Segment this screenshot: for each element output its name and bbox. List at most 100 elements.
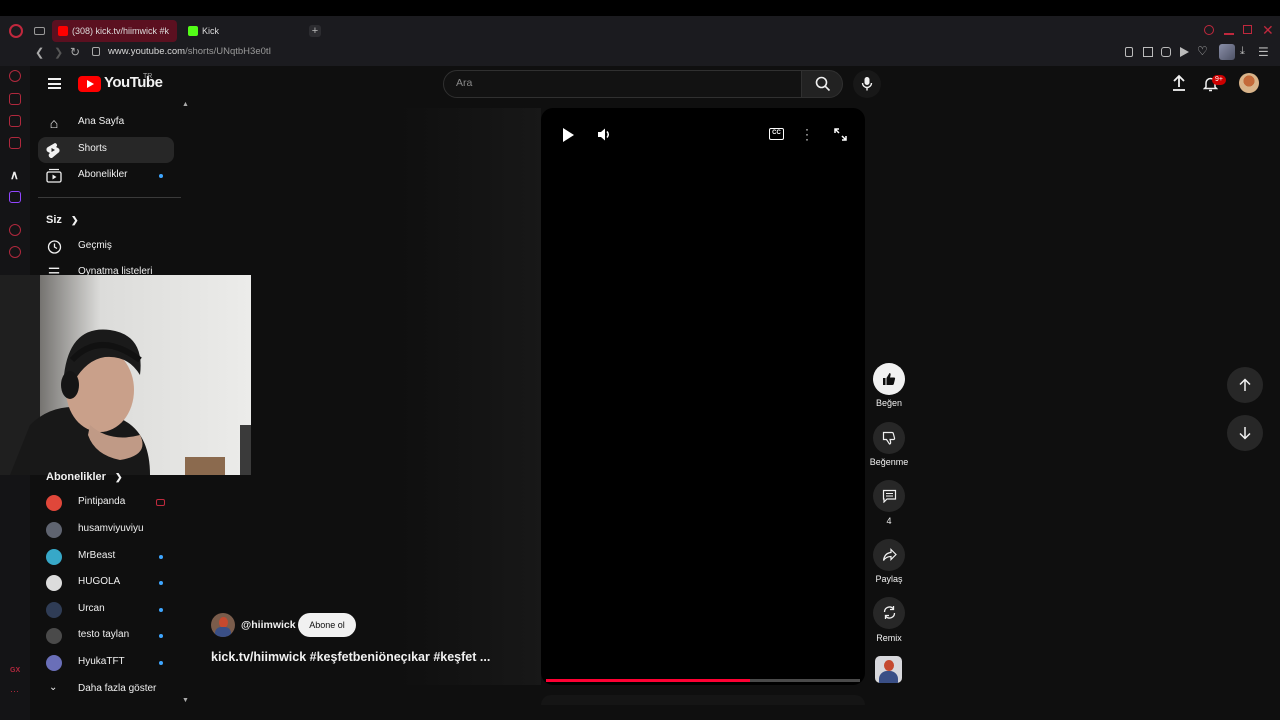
next-short-button[interactable] (1227, 415, 1263, 451)
account-avatar[interactable] (1239, 73, 1259, 93)
remix-button[interactable] (873, 597, 905, 629)
new-content-dot (159, 608, 163, 612)
maximize-icon[interactable] (1243, 25, 1252, 34)
search-tabs-icon[interactable] (1204, 25, 1214, 35)
captions-icon[interactable]: CC (769, 128, 784, 140)
shorts-icon (46, 142, 62, 158)
search-input[interactable] (443, 70, 802, 98)
short-title[interactable]: kick.tv/hiimwick #keşfetbeniöneçıkar #ke… (211, 650, 490, 664)
twitch-icon[interactable] (9, 191, 21, 203)
profile-avatar[interactable] (1219, 44, 1235, 60)
home-icon: ⌂ (49, 115, 59, 131)
history-sidebar-icon[interactable] (9, 246, 21, 258)
search-placeholder: Ara (456, 77, 473, 89)
chevron-right-icon: ❯ (114, 472, 123, 482)
nav-label: Abonelikler (78, 169, 128, 180)
youtube-logo-icon[interactable] (78, 76, 101, 92)
nav-subscriptions[interactable]: Abonelikler (38, 163, 174, 189)
close-window-icon[interactable]: ✕ (1262, 22, 1274, 39)
share-icon (882, 548, 897, 561)
player-icon[interactable] (9, 224, 21, 236)
news-icon[interactable] (9, 137, 21, 149)
arrow-down-icon (1239, 427, 1251, 440)
url-field[interactable]: www.youtube.com/shorts/UNqtbH3e0tI (108, 46, 271, 57)
channel-avatar (46, 602, 62, 618)
sub-channel-item[interactable]: HUGOLA (38, 571, 174, 595)
search-button[interactable] (801, 70, 843, 98)
guide-menu-icon[interactable] (48, 78, 61, 89)
you-section-header[interactable]: Siz ❯ (46, 214, 79, 226)
subs-header-label: Abonelikler (46, 471, 106, 483)
shield-icon[interactable] (1161, 47, 1171, 57)
play-button[interactable] (563, 128, 574, 142)
channel-avatar (46, 628, 62, 644)
minimize-icon[interactable] (1224, 33, 1234, 35)
comments-button[interactable] (873, 480, 905, 512)
fullscreen-icon[interactable] (834, 128, 847, 141)
chevron-down-icon: ⌄ (49, 682, 58, 693)
extension-icon[interactable] (1125, 47, 1133, 57)
back-icon[interactable]: ❮ (35, 46, 44, 59)
download-icon[interactable]: ⤓ (1240, 45, 1245, 58)
channel-label: Urcan (78, 603, 105, 614)
aria-icon[interactable] (9, 70, 21, 82)
tab-youtube[interactable]: (308) kick.tv/hiimwick #k (52, 20, 177, 42)
youtube-logo-text[interactable]: YouTube (104, 74, 163, 91)
tab-island-icon[interactable] (34, 27, 45, 35)
voice-search-button[interactable] (853, 70, 881, 98)
more-sidebar-icon[interactable]: ⋯ (10, 686, 19, 697)
tab-kick[interactable]: Kick (182, 20, 302, 42)
remix-icon (883, 606, 895, 619)
sub-channel-item[interactable]: Urcan (38, 598, 174, 622)
nav-home[interactable]: ⌂ Ana Sayfa (38, 110, 174, 136)
share-button[interactable] (873, 539, 905, 571)
channel-name[interactable]: @hiimwick (241, 619, 296, 631)
forward-icon[interactable]: ❯ (54, 46, 63, 59)
heart-icon[interactable]: ♡ (1197, 44, 1208, 58)
sub-channel-item[interactable]: Pintipanda (38, 491, 174, 515)
youtube-icon (58, 26, 68, 36)
tab-label: Kick (202, 26, 220, 36)
sub-channel-item[interactable]: testo taylan (38, 624, 174, 648)
like-button[interactable] (873, 363, 905, 395)
dislike-button[interactable] (873, 422, 905, 454)
upload-icon[interactable] (1171, 74, 1187, 92)
guide-divider (38, 197, 181, 198)
channel-avatar (46, 495, 62, 511)
sub-channel-item[interactable]: MrBeast (38, 545, 174, 569)
previous-short-button[interactable] (1227, 367, 1263, 403)
lock-icon (92, 47, 100, 56)
nav-history[interactable]: Geçmiş (38, 234, 174, 260)
sub-channel-item[interactable]: HyukaTFT (38, 651, 174, 675)
nav-shorts[interactable]: Shorts (38, 137, 174, 163)
volume-icon[interactable] (597, 127, 613, 142)
messenger-icon[interactable] (9, 115, 21, 127)
easy-setup-icon[interactable]: ☰ (1258, 45, 1269, 59)
nav-label: Geçmiş (78, 240, 112, 251)
kick-sidebar-icon[interactable]: ∧ (10, 168, 19, 182)
shorts-video-player[interactable] (541, 108, 865, 685)
opera-menu-icon[interactable] (9, 24, 23, 38)
comment-icon (882, 489, 896, 503)
guide-scroll-down[interactable]: ▼ (182, 697, 189, 704)
snapshot-icon[interactable] (1143, 47, 1153, 57)
show-more-button[interactable]: ⌄ Daha fazla göster (38, 678, 174, 702)
channel-label: HUGOLA (78, 576, 121, 587)
next-short-peek (541, 695, 865, 705)
thumbs-up-icon (883, 373, 896, 385)
workspace-icon[interactable] (9, 93, 21, 105)
chevron-right-icon: ❯ (70, 215, 79, 225)
reload-icon[interactable]: ↻ (70, 45, 80, 59)
sound-source-thumbnail[interactable] (875, 656, 902, 683)
new-tab-button[interactable]: + (309, 25, 321, 37)
play-icon[interactable] (1180, 47, 1189, 57)
kick-icon (188, 26, 198, 36)
channel-avatar[interactable] (211, 613, 235, 637)
more-options-icon[interactable]: · · · (804, 123, 810, 145)
guide-scroll-up[interactable]: ▲ (182, 101, 189, 108)
thumbs-down-icon (882, 431, 896, 445)
subscriptions-section-header[interactable]: Abonelikler ❯ (46, 471, 123, 483)
sub-channel-item[interactable]: husamviyuviyu (38, 518, 174, 542)
screen-top-bar (0, 0, 1280, 16)
subscribe-button[interactable]: Abone ol (298, 613, 356, 637)
